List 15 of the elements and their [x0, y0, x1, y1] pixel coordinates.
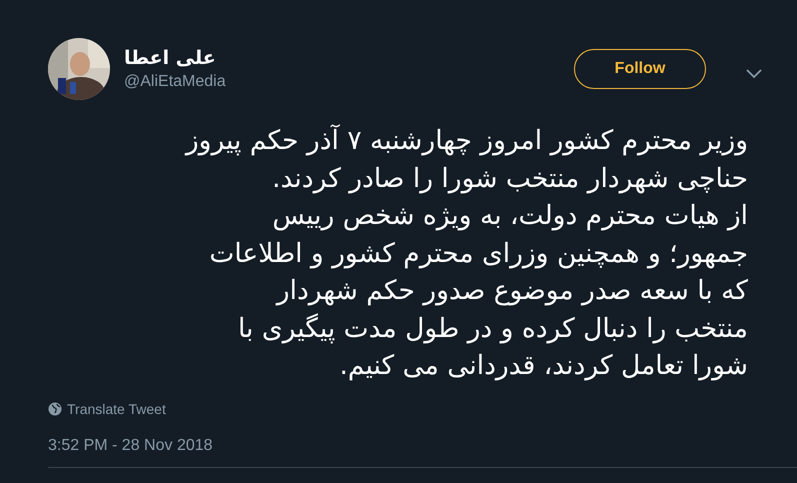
- translate-link[interactable]: Translate Tweet: [48, 400, 166, 416]
- timestamp[interactable]: 3:52 PM - 28 Nov 2018: [48, 436, 213, 454]
- caret-icon[interactable]: [746, 69, 762, 79]
- tweet-text-line: منتخب را دنبال کرده و در طول مدت پیگیری با: [238, 312, 748, 346]
- author-name[interactable]: علی اعطا: [124, 47, 216, 69]
- tweet-text-line: از هیات محترم دولت، به ویژه شخص رییس: [272, 199, 748, 233]
- tweet-text-line: وزیر محترم کشور امروز چهارشنبه ۷ آذر حکم پیروز: [186, 123, 748, 158]
- tweet-text-line: حناچی شهردار منتخب شورا را صادر کردند.: [272, 162, 748, 196]
- tweet-text-line: جمهور؛ و همچنین وزرای محترم کشور و اطلاعات: [209, 236, 748, 270]
- globe-icon: [48, 402, 62, 416]
- tweet-text-line: شورا تعامل کردند، قدردانی می کنیم.: [340, 349, 748, 383]
- author-handle[interactable]: @AliEtaMedia: [124, 73, 226, 91]
- tweet-text-line: که با سعه صدر موضوع صدور حکم شهردار: [276, 274, 748, 308]
- follow-button[interactable]: Follow: [574, 49, 706, 89]
- translate-label[interactable]: Translate Tweet: [67, 400, 166, 416]
